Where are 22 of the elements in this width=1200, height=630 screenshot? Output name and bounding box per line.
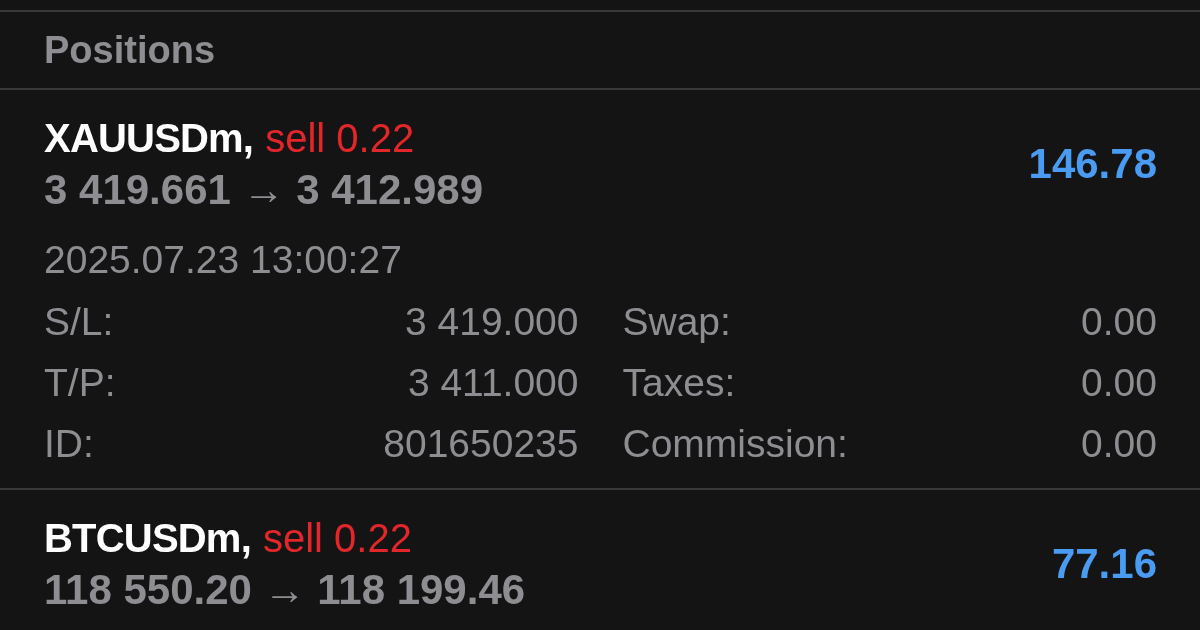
detail-value: 0.00 — [1081, 298, 1157, 345]
open-current-prices: 3 419.661 → 3 412.989 — [44, 165, 484, 215]
detail-label: S/L: — [44, 298, 114, 345]
position-symbol: XAUUSDm, — [44, 115, 254, 162]
profit-value: 77.16 — [1051, 540, 1157, 588]
detail-label: Taxes: — [622, 359, 736, 406]
detail-label: T/P: — [44, 359, 116, 406]
detail-value: 3 411.000 — [407, 359, 579, 406]
detail-value: 3 419.000 — [405, 298, 579, 345]
detail-value: 801650235 — [383, 420, 579, 467]
position-symbol: BTCUSDm, — [44, 515, 251, 562]
detail-label: Swap: — [622, 298, 731, 345]
order-type-volume: sell 0.22 — [265, 115, 415, 162]
detail-label: Commission: — [622, 420, 848, 467]
open-time: 2025.07.23 13:00:27 — [44, 237, 402, 283]
detail-value: 0.00 — [1081, 359, 1157, 406]
detail-label: ID: — [44, 420, 94, 467]
open-current-prices: 118 550.20 → 118 199.46 — [44, 565, 526, 615]
order-type-volume: sell 0.22 — [262, 515, 412, 562]
section-title: Positions — [44, 28, 216, 72]
detail-value: 0.00 — [1081, 420, 1157, 467]
profit-value: 146.78 — [1028, 140, 1157, 188]
